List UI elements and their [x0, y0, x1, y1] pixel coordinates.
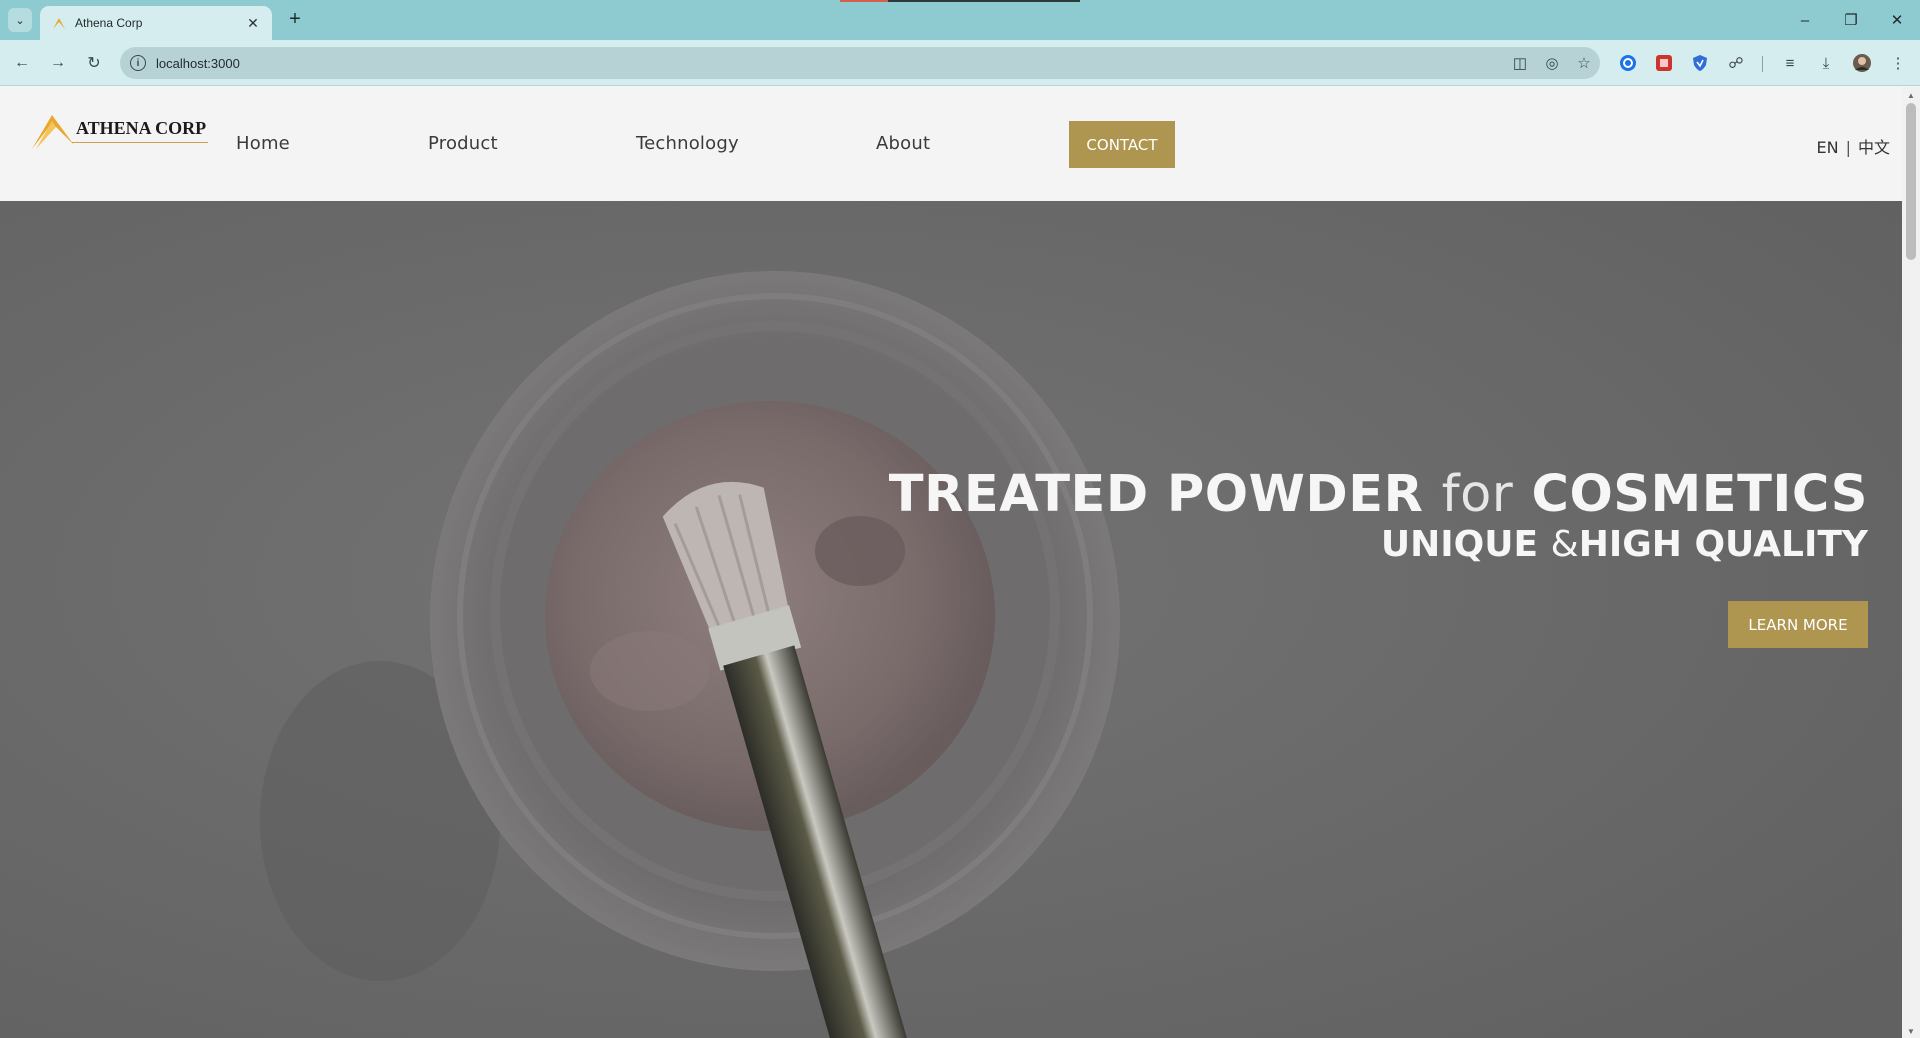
logo-wordmark: ATHENA CORP — [76, 118, 207, 138]
url-text[interactable]: localhost:3000 — [156, 56, 1504, 71]
hero-subtitle-part1: UNIQUE — [1380, 524, 1539, 565]
close-icon[interactable]: ✕ — [244, 15, 262, 32]
site-header: ATHENA CORP Home Product Technology Abou… — [0, 87, 1902, 201]
page-viewport: ATHENA CORP Home Product Technology Abou… — [0, 87, 1902, 1038]
hero-title-for: for — [1441, 465, 1514, 524]
hero-subtitle-part2: HIGH QUALITY — [1578, 524, 1868, 565]
hero-background-image — [0, 201, 1902, 1038]
nav-about[interactable]: About — [876, 133, 930, 154]
tab-title: Athena Corp — [75, 16, 143, 30]
site-info-icon[interactable]: i — [130, 55, 146, 71]
tab-search-icon[interactable]: ⌄ — [8, 8, 32, 32]
browser-toolbar: ← → ↻ i localhost:3000 ◫ ◎ ☆ ☍ ≡ ⤓ ⋮ — [0, 40, 1920, 86]
scroll-thumb[interactable] — [1906, 103, 1916, 260]
restore-icon[interactable]: ❐ — [1828, 0, 1874, 40]
forward-icon[interactable]: → — [44, 49, 72, 77]
eye-off-icon[interactable]: ◎ — [1536, 49, 1568, 77]
scroll-down-icon[interactable]: ▼ — [1907, 1027, 1915, 1036]
nav-home[interactable]: Home — [236, 133, 290, 154]
toolbar-divider — [1762, 56, 1763, 72]
logo[interactable]: ATHENA CORP — [30, 111, 209, 151]
minimize-icon[interactable]: – — [1782, 0, 1828, 40]
logo-text: ATHENA CORP — [72, 118, 209, 151]
star-icon[interactable]: ☆ — [1568, 49, 1600, 77]
favicon-icon — [53, 18, 65, 29]
reading-list-icon[interactable]: ≡ — [1778, 51, 1802, 75]
download-icon[interactable]: ⤓ — [1814, 51, 1838, 75]
hero-banner: TREATED POWDER for COSMETICS UNIQUE &HIG… — [0, 201, 1902, 1038]
install-icon[interactable]: ◫ — [1504, 49, 1536, 77]
hero-title: TREATED POWDER for COSMETICS — [889, 465, 1868, 524]
extension-icon[interactable] — [1616, 51, 1640, 75]
browser-tab[interactable]: Athena Corp ✕ — [40, 6, 272, 40]
nav-technology[interactable]: Technology — [636, 133, 739, 154]
hero-subtitle: UNIQUE &HIGH QUALITY — [1381, 524, 1868, 565]
extension-icon[interactable] — [1652, 51, 1676, 75]
logo-underline — [72, 142, 209, 143]
learn-more-button[interactable]: LEARN MORE — [1728, 601, 1868, 648]
browser-tab-bar: ⌄ Athena Corp ✕ + – ❐ ✕ — [0, 0, 1920, 40]
back-icon[interactable]: ← — [8, 49, 36, 77]
lang-zh[interactable]: 中文 — [1858, 134, 1890, 158]
extension-icon[interactable] — [1688, 51, 1712, 75]
lang-en[interactable]: EN — [1817, 138, 1839, 157]
address-bar[interactable]: i localhost:3000 ◫ ◎ ☆ — [120, 47, 1600, 79]
reload-icon[interactable]: ↻ — [80, 49, 108, 77]
hero-subtitle-amp: & — [1550, 524, 1579, 565]
media-indicator-accent — [840, 0, 888, 2]
puzzle-icon[interactable]: ☍ — [1724, 51, 1748, 75]
contact-button[interactable]: CONTACT — [1069, 121, 1175, 168]
new-tab-button[interactable]: + — [282, 7, 308, 33]
page-scrollbar[interactable]: ▲ ▼ — [1902, 87, 1920, 1038]
logo-mark-icon — [32, 115, 74, 149]
hero-title-part1: TREATED POWDER — [888, 465, 1424, 524]
scroll-up-icon[interactable]: ▲ — [1907, 91, 1915, 100]
nav-product[interactable]: Product — [428, 133, 498, 154]
lang-separator: | — [1845, 138, 1851, 157]
hero-title-part2: COSMETICS — [1531, 465, 1868, 524]
kebab-menu-icon[interactable]: ⋮ — [1886, 51, 1910, 75]
language-switcher: EN | 中文 — [1817, 134, 1890, 158]
profile-avatar-icon[interactable] — [1850, 51, 1874, 75]
window-close-icon[interactable]: ✕ — [1874, 0, 1920, 40]
